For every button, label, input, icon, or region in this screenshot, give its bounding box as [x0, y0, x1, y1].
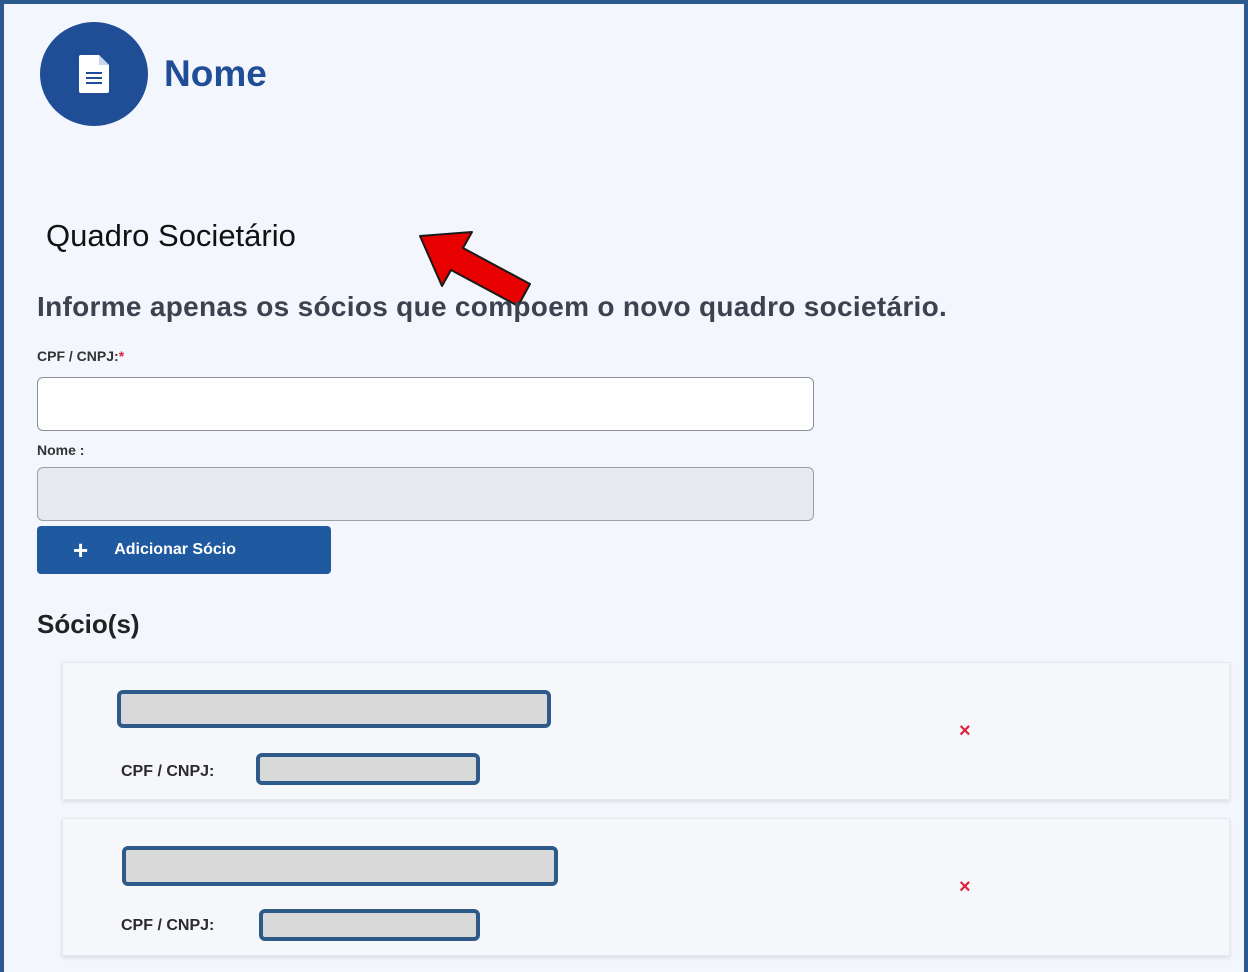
socios-title: Sócio(s) [37, 609, 140, 639]
page-title: Nome [164, 53, 267, 94]
remove-socio-icon[interactable]: × [959, 721, 971, 741]
socio-card: CPF / CNPJ: × [62, 662, 1230, 800]
add-socio-label: Adicionar Sócio [114, 541, 236, 558]
nome-input [37, 467, 814, 521]
redacted-name [122, 846, 558, 886]
add-socio-button[interactable]: + Adicionar Sócio [37, 526, 331, 574]
cpf-field-label: CPF / CNPJ:* [37, 348, 125, 364]
socio-cpf-label: CPF / CNPJ: [121, 917, 215, 934]
required-marker: * [118, 348, 125, 364]
remove-socio-icon[interactable]: × [959, 877, 971, 897]
redacted-name [117, 690, 551, 728]
nome-field-label: Nome : [37, 442, 85, 458]
redacted-cpf [256, 753, 480, 785]
instructions-text: Informe apenas os sócios que compoem o n… [37, 291, 948, 322]
section-title: Quadro Societário [46, 218, 296, 253]
cpf-input[interactable] [37, 377, 814, 431]
document-icon [40, 22, 148, 126]
redacted-cpf [259, 909, 480, 941]
plus-icon: + [73, 535, 89, 565]
socio-card: CPF / CNPJ: × [62, 818, 1230, 956]
socio-cpf-label: CPF / CNPJ: [121, 763, 215, 780]
page-frame: Nome Quadro Societário Informe apenas os… [0, 0, 1248, 972]
